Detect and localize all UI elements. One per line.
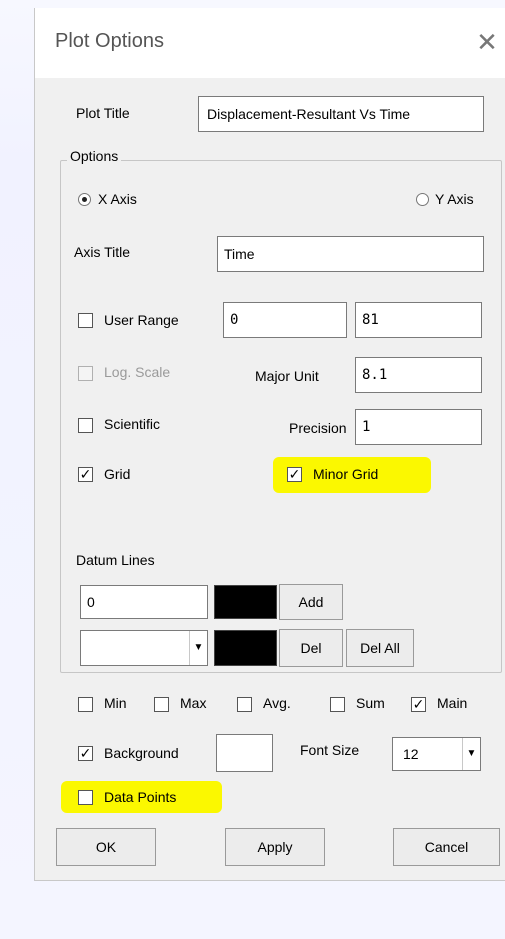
major-unit-input[interactable]: 8.1 xyxy=(355,357,482,393)
data-points-checkbox[interactable] xyxy=(78,790,93,805)
user-range-label: User Range xyxy=(104,312,179,328)
avg-checkbox[interactable] xyxy=(237,697,252,712)
grid-checkbox[interactable]: ✓ xyxy=(78,467,93,482)
main-label: Main xyxy=(437,695,468,711)
cancel-button[interactable]: Cancel xyxy=(393,828,500,866)
font-size-value: 12 xyxy=(403,746,419,762)
title-bar: Plot Options ✕ xyxy=(35,8,505,78)
datum-del-all-button[interactable]: Del All xyxy=(346,629,414,667)
font-size-label: Font Size xyxy=(300,742,360,758)
datum-value-input[interactable]: 0 xyxy=(80,585,208,619)
datum-color-swatch[interactable] xyxy=(214,585,277,619)
axis-title-label: Axis Title xyxy=(74,244,131,260)
close-icon[interactable]: ✕ xyxy=(470,28,504,58)
x-axis-label: X Axis xyxy=(98,191,137,207)
scientific-label: Scientific xyxy=(104,416,161,432)
plot-title-label: Plot Title xyxy=(76,105,130,121)
background-color-swatch[interactable] xyxy=(216,734,273,772)
scientific-checkbox[interactable] xyxy=(78,418,93,433)
datum-del-button[interactable]: Del xyxy=(279,629,343,667)
grid-label: Grid xyxy=(104,466,131,482)
axis-title-input[interactable]: Time xyxy=(217,236,484,272)
main-checkbox[interactable]: ✓ xyxy=(411,697,426,712)
precision-label: Precision xyxy=(289,420,347,436)
checkmark-icon: ✓ xyxy=(288,466,301,482)
checkmark-icon: ✓ xyxy=(79,466,92,482)
max-label: Max xyxy=(180,695,207,711)
radio-selected-dot xyxy=(82,197,87,202)
range-max-input[interactable]: 81 xyxy=(355,302,482,338)
log-scale-checkbox[interactable] xyxy=(78,366,93,381)
datum-combo-swatch[interactable] xyxy=(214,630,277,666)
chevron-down-icon[interactable]: ▼ xyxy=(189,631,207,665)
y-axis-label: Y Axis xyxy=(435,191,474,207)
max-checkbox[interactable] xyxy=(154,697,169,712)
background-checkbox[interactable]: ✓ xyxy=(78,746,93,761)
y-axis-radio[interactable] xyxy=(416,193,429,206)
options-group-label: Options xyxy=(67,148,122,164)
background-label: Background xyxy=(104,745,179,761)
plot-title-input[interactable]: Displacement-Resultant Vs Time xyxy=(198,96,484,132)
ok-button[interactable]: OK xyxy=(56,828,156,866)
datum-add-button[interactable]: Add xyxy=(279,584,343,620)
minor-grid-checkbox[interactable]: ✓ xyxy=(287,467,302,482)
min-label: Min xyxy=(104,695,127,711)
range-min-input[interactable]: 0 xyxy=(223,302,347,338)
min-checkbox[interactable] xyxy=(78,697,93,712)
avg-label: Avg. xyxy=(263,695,291,711)
sum-checkbox[interactable] xyxy=(330,697,345,712)
apply-button[interactable]: Apply xyxy=(225,828,325,866)
data-points-label: Data Points xyxy=(104,789,177,805)
x-axis-radio[interactable] xyxy=(78,193,91,206)
datum-lines-label: Datum Lines xyxy=(76,552,155,568)
datum-lines-combo[interactable]: ▼ xyxy=(80,630,208,666)
checkmark-icon: ✓ xyxy=(79,745,92,761)
font-size-select[interactable]: 12 ▼ xyxy=(392,737,481,771)
chevron-down-icon[interactable]: ▼ xyxy=(462,738,480,770)
user-range-checkbox[interactable] xyxy=(78,313,93,328)
checkmark-icon: ✓ xyxy=(412,696,425,712)
sum-label: Sum xyxy=(356,695,385,711)
log-scale-label: Log. Scale xyxy=(104,364,171,380)
dialog-title: Plot Options xyxy=(55,30,164,52)
precision-input[interactable]: 1 xyxy=(355,409,482,445)
major-unit-label: Major Unit xyxy=(255,368,319,384)
minor-grid-label: Minor Grid xyxy=(313,466,379,482)
